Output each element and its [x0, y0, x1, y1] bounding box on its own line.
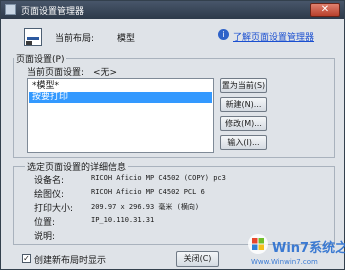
modify-button[interactable]: 修改(M)...: [220, 116, 267, 131]
current-layout-label: 当前布局:: [55, 34, 95, 44]
detail-key: 打印大小:: [34, 204, 74, 214]
page-setup-list[interactable]: *模型* 按要打印: [27, 78, 214, 153]
current-layout-value: 模型: [117, 34, 136, 44]
watermark-url: Www.Winwin7.com: [251, 258, 318, 266]
windows-logo-icon: [248, 234, 268, 254]
detail-value: IP_10.110.31.31: [91, 216, 155, 224]
page-setup-manager-dialog: 页面设置管理器 ✕ 当前布局: 模型 i 了解页面设置管理器 页面设置(P) 当…: [0, 0, 345, 270]
current-page-setup-label: 当前页面设置:: [27, 68, 85, 78]
detail-key: 位置:: [34, 218, 56, 228]
watermark-brand: Win7系统之家: [272, 241, 345, 256]
detail-key: 绘图仪:: [34, 190, 65, 200]
import-button[interactable]: 输入(I)...: [220, 135, 267, 150]
new-button[interactable]: 新建(N)...: [220, 97, 267, 112]
show-on-new-layout-label: 创建新布局时显示: [34, 256, 107, 266]
list-item[interactable]: *模型*: [29, 81, 59, 92]
app-icon: [5, 4, 16, 15]
detail-key: 说明:: [34, 232, 56, 242]
window-title: 页面设置管理器: [21, 7, 85, 17]
learn-page-setup-link[interactable]: 了解页面设置管理器: [233, 30, 314, 43]
page-setups-group-title: 页面设置(P): [14, 52, 67, 65]
current-page-setup-value: <无>: [93, 68, 118, 78]
layout-icon: [24, 28, 42, 46]
detail-value: RICOH Aficio MP C4502 PCL 6: [91, 188, 205, 196]
details-group-title: 选定页面设置的详细信息: [25, 160, 129, 173]
close-button[interactable]: 关闭(C): [176, 251, 219, 267]
title-bar[interactable]: 页面设置管理器 ✕: [1, 1, 344, 19]
list-item-selected[interactable]: 按要打印: [29, 92, 212, 103]
detail-value: RICOH Aficio MP C4502 (COPY) pc3: [91, 174, 226, 182]
close-window-button[interactable]: ✕: [310, 3, 340, 17]
detail-key: 设备名:: [34, 176, 65, 186]
help-icon[interactable]: i: [218, 29, 229, 40]
show-on-new-layout-checkbox[interactable]: ✓: [22, 254, 31, 263]
detail-value: 209.97 x 296.93 毫米 (横向): [91, 203, 200, 211]
set-current-button[interactable]: 置为当前(S): [220, 78, 267, 93]
